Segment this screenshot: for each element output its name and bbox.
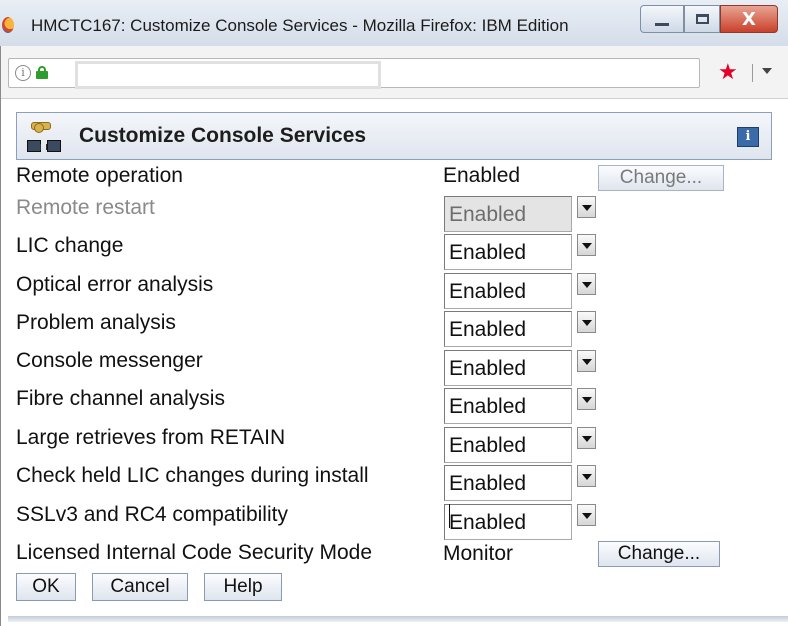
menu-dropdown-icon[interactable]	[762, 68, 772, 74]
optical-error-analysis-label: Optical error analysis	[16, 273, 214, 296]
connector	[40, 144, 47, 150]
console-messenger-label: Console messenger	[16, 349, 203, 372]
key-head	[34, 123, 44, 133]
computer-left	[27, 140, 41, 152]
navigation-bar: i ★	[0, 46, 788, 99]
window-bottom-edge	[8, 616, 788, 622]
remote-operation-value: Enabled	[443, 164, 521, 187]
window-controls: X	[640, 5, 778, 35]
console-messenger-select[interactable]: Enabled	[444, 350, 572, 386]
maximize-icon	[695, 14, 709, 24]
console-messenger-dropdown-icon[interactable]	[577, 350, 596, 372]
lic-security-mode-label: Licensed Internal Code Security Mode	[16, 541, 373, 564]
fibre-channel-analysis-select[interactable]: Enabled	[444, 388, 572, 424]
problem-analysis-dropdown-icon[interactable]	[577, 311, 596, 333]
check-held-lic-label: Check held LIC changes during install	[16, 464, 369, 487]
remote-restart-dropdown-icon[interactable]	[577, 196, 596, 218]
large-retrieves-label: Large retrieves from RETAIN	[16, 426, 286, 449]
fibre-channel-analysis-select-value: Enabled	[449, 395, 527, 418]
remote-operation-change-button[interactable]: Change...	[598, 165, 724, 191]
window-title-bar: HMCTC167: Customize Console Services - M…	[0, 0, 788, 47]
large-retrieves-select-value: Enabled	[449, 434, 527, 457]
check-held-lic-select-value: Enabled	[449, 472, 527, 495]
problem-analysis-label: Problem analysis	[16, 311, 176, 334]
firefox-icon	[2, 17, 14, 33]
cancel-button[interactable]: Cancel	[92, 573, 188, 601]
remote-restart-label: Remote restart	[16, 196, 155, 219]
large-retrieves-dropdown-icon[interactable]	[577, 427, 596, 449]
sslv3-rc4-dropdown-icon[interactable]	[577, 504, 596, 526]
minimize-button[interactable]	[640, 5, 684, 33]
sslv3-rc4-select[interactable]: Enabled	[444, 504, 572, 540]
window-title: HMCTC167: Customize Console Services - M…	[31, 16, 569, 35]
lic-security-mode-change-button[interactable]: Change...	[598, 541, 720, 567]
help-info-icon[interactable]: i	[737, 127, 759, 147]
window-left-edge	[0, 46, 1, 626]
console-messenger-select-value: Enabled	[449, 357, 527, 380]
lic-security-mode-value: Monitor	[443, 542, 514, 565]
minimize-icon	[655, 22, 669, 26]
optical-error-analysis-dropdown-icon[interactable]	[577, 273, 596, 295]
bookmark-star-icon[interactable]: ★	[718, 59, 738, 85]
url-field[interactable]	[75, 61, 381, 89]
problem-analysis-select[interactable]: Enabled	[444, 311, 572, 347]
sslv3-rc4-label: SSLv3 and RC4 compatibility	[16, 503, 288, 526]
page-header: Customize Console Services i	[16, 112, 772, 160]
lic-change-label: LIC change	[16, 234, 124, 257]
close-icon: X	[742, 8, 756, 30]
lic-change-select-value: Enabled	[449, 241, 527, 264]
ok-button[interactable]: OK	[16, 573, 76, 601]
console-services-icon	[25, 120, 61, 152]
optical-error-analysis-select-value: Enabled	[449, 280, 527, 303]
lic-change-select[interactable]: Enabled	[444, 234, 572, 270]
lock-body	[36, 71, 48, 79]
sslv3-rc4-select-value: Enabled	[449, 511, 527, 534]
key-shape	[31, 122, 51, 133]
address-bar[interactable]: i	[8, 58, 700, 89]
computer-right	[47, 140, 61, 152]
page-title: Customize Console Services	[79, 124, 367, 147]
help-button[interactable]: Help	[204, 573, 282, 601]
toolbar-separator	[752, 64, 753, 82]
fibre-channel-analysis-label: Fibre channel analysis	[16, 387, 225, 410]
lic-change-dropdown-icon[interactable]	[577, 234, 596, 256]
check-held-lic-select[interactable]: Enabled	[444, 465, 572, 501]
optical-error-analysis-select[interactable]: Enabled	[444, 273, 572, 309]
large-retrieves-select[interactable]: Enabled	[444, 427, 572, 463]
maximize-button[interactable]	[684, 5, 720, 33]
problem-analysis-select-value: Enabled	[449, 318, 527, 341]
check-held-lic-dropdown-icon[interactable]	[577, 465, 596, 487]
close-button[interactable]: X	[720, 5, 778, 33]
lock-icon[interactable]	[36, 66, 48, 79]
remote-restart-select[interactable]: Enabled	[444, 196, 572, 232]
info-icon[interactable]: i	[15, 65, 31, 81]
fibre-channel-analysis-dropdown-icon[interactable]	[577, 388, 596, 410]
remote-restart-select-value: Enabled	[449, 203, 527, 226]
remote-operation-label: Remote operation	[16, 164, 183, 187]
focus-caret	[449, 504, 450, 528]
